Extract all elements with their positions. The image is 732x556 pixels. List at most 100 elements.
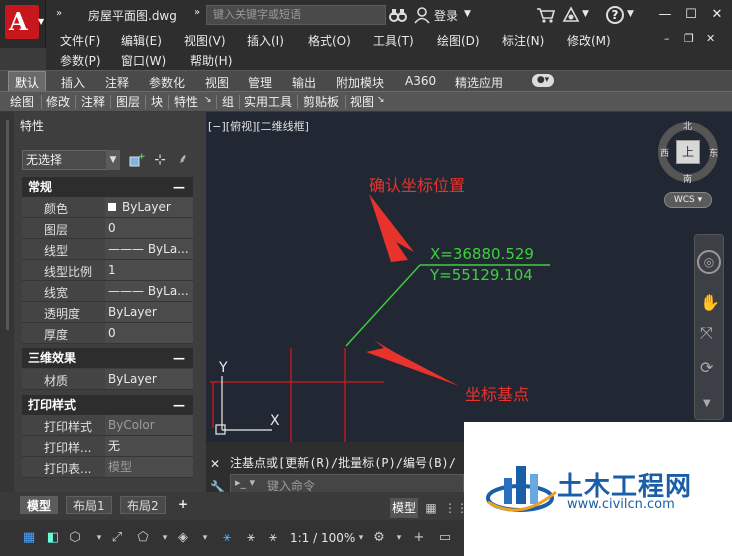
tab-annotate[interactable]: 注释 xyxy=(105,74,129,91)
select-objects-icon[interactable]: ⊹ xyxy=(152,151,168,169)
selection-cycling-icon[interactable]: ⬡ xyxy=(66,529,84,547)
compass-north[interactable]: 北 xyxy=(683,119,692,132)
panel-annotate[interactable]: 注释 xyxy=(81,93,105,110)
toggle-pickadd-icon[interactable]: + xyxy=(128,151,146,169)
property-value[interactable]: ByLayer xyxy=(105,369,193,389)
panel-clipboard[interactable]: 剪贴板 xyxy=(303,93,339,110)
exchange-icon[interactable] xyxy=(562,6,580,24)
property-row[interactable]: 厚度 0 xyxy=(22,323,193,344)
property-value[interactable]: ByLayer xyxy=(105,197,193,217)
tab-manage[interactable]: 管理 xyxy=(248,74,272,91)
nav-bar-menu-icon[interactable]: ▼ xyxy=(703,398,711,409)
command-input[interactable]: ▸_ ▾ 键入命令 xyxy=(230,474,464,494)
tab-a360[interactable]: A360 xyxy=(405,74,436,88)
tab-featured-apps[interactable]: 精选应用 xyxy=(455,74,503,91)
menu-insert[interactable]: 插入(I) xyxy=(247,32,284,49)
tab-parametric[interactable]: 参数化 xyxy=(149,74,185,91)
chevron-down-icon[interactable]: ▾ xyxy=(352,529,370,547)
panel-block[interactable]: 块 xyxy=(151,93,163,110)
section-3d-effects[interactable]: 三维效果 — xyxy=(22,348,193,368)
menu-modify[interactable]: 修改(M) xyxy=(567,32,611,49)
menu-help[interactable]: 帮助(H) xyxy=(190,52,232,69)
chevron-down-icon[interactable]: ▼ xyxy=(627,9,634,19)
grid-icon[interactable]: ▦ xyxy=(422,498,440,518)
model-space-button[interactable]: 模型 xyxy=(390,498,418,518)
lineweight-icon[interactable]: ▦ xyxy=(20,529,38,547)
collapse-icon[interactable]: — xyxy=(173,348,185,368)
palette-scrollbar[interactable] xyxy=(6,120,9,330)
dynamic-ucs-icon[interactable]: ⬠ xyxy=(134,529,152,547)
chevron-down-icon[interactable]: ▾ xyxy=(90,529,108,547)
application-menu-button[interactable]: A ▼ xyxy=(0,0,46,48)
clean-screen-icon[interactable]: ▭ xyxy=(436,529,454,547)
panel-view[interactable]: 视图 xyxy=(350,93,374,110)
selection-filter-icon[interactable]: ◈ xyxy=(174,529,192,547)
chevron-down-icon[interactable]: ▾ xyxy=(156,529,174,547)
property-row[interactable]: 打印表... 模型 xyxy=(22,457,193,478)
doc-close-icon[interactable]: ✕ xyxy=(706,32,715,45)
property-row[interactable]: 图层 0 xyxy=(22,218,193,239)
command-close-icon[interactable]: ✕ xyxy=(210,457,220,471)
property-value[interactable]: 模型 xyxy=(105,457,193,477)
menu-parametric[interactable]: 参数(P) xyxy=(60,52,101,69)
menu-format[interactable]: 格式(O) xyxy=(308,32,351,49)
property-row[interactable]: 材质 ByLayer xyxy=(22,369,193,390)
minimize-icon[interactable]: — xyxy=(654,4,676,26)
menu-file[interactable]: 文件(F) xyxy=(60,32,100,49)
tab-model[interactable]: 模型 xyxy=(20,496,59,514)
property-value[interactable]: ——— ByLa... xyxy=(105,281,193,301)
close-icon[interactable]: ✕ xyxy=(706,4,728,26)
property-value[interactable]: 0 xyxy=(105,323,193,343)
annotation-monitor-icon[interactable]: + xyxy=(410,529,428,547)
panel-modify[interactable]: 修改 xyxy=(46,93,70,110)
property-value[interactable]: ——— ByLa... xyxy=(105,239,193,259)
panel-expand-icon[interactable]: ↘ xyxy=(377,95,385,105)
panel-draw[interactable]: 绘图 xyxy=(10,93,34,110)
tab-insert[interactable]: 插入 xyxy=(61,74,85,91)
compass-east[interactable]: 东 xyxy=(709,146,718,159)
login-dropdown-icon[interactable]: ▼ xyxy=(464,9,471,19)
steering-wheel-icon[interactable]: ◎ xyxy=(697,250,721,274)
collapse-icon[interactable]: — xyxy=(173,177,185,197)
doc-restore-icon[interactable]: ❐ xyxy=(684,32,694,45)
section-general[interactable]: 常规 — xyxy=(22,177,193,197)
quick-select-icon[interactable]: ⸙ xyxy=(174,151,192,169)
3d-osnap-icon[interactable]: ⤢ xyxy=(108,529,126,547)
property-value[interactable]: ByColor xyxy=(105,415,193,435)
user-icon[interactable] xyxy=(414,6,430,24)
cart-icon[interactable] xyxy=(536,6,556,24)
menu-tools[interactable]: 工具(T) xyxy=(373,32,414,49)
panel-expand-icon[interactable]: ↘ xyxy=(204,95,212,105)
viewcube-face[interactable]: 上 xyxy=(676,140,700,164)
zoom-extents-icon[interactable]: ⤧ xyxy=(700,323,713,343)
doc-minimize-icon[interactable]: – xyxy=(664,32,670,45)
annotation-visibility-icon[interactable]: ⚹ xyxy=(218,529,236,547)
chevron-down-icon[interactable]: ▼ xyxy=(106,150,120,170)
chevron-down-icon[interactable]: ▼ xyxy=(582,9,589,19)
orbit-icon[interactable]: ⟳ xyxy=(700,358,713,377)
tab-layout1[interactable]: 布局1 xyxy=(66,496,112,514)
collapse-icon[interactable]: — xyxy=(173,395,185,415)
pan-hand-icon[interactable]: ✋ xyxy=(700,293,720,312)
section-plot-style[interactable]: 打印样式 — xyxy=(22,395,193,415)
menu-dimension[interactable]: 标注(N) xyxy=(502,32,544,49)
search-overflow-icon[interactable]: » xyxy=(194,7,200,18)
compass-west[interactable]: 西 xyxy=(660,146,669,159)
panel-group[interactable]: 组 xyxy=(222,93,234,110)
tab-output[interactable]: 输出 xyxy=(292,74,316,91)
property-row[interactable]: 打印样式 ByColor xyxy=(22,415,193,436)
binoculars-icon[interactable] xyxy=(388,6,408,24)
tab-addins[interactable]: 附加模块 xyxy=(336,74,384,91)
maximize-icon[interactable]: ☐ xyxy=(680,4,702,26)
menu-draw[interactable]: 绘图(D) xyxy=(437,32,480,49)
property-value[interactable]: ByLayer xyxy=(105,302,193,322)
property-row[interactable]: 线宽 ——— ByLa... xyxy=(22,281,193,302)
property-value[interactable]: 0 xyxy=(105,218,193,238)
tab-layout2[interactable]: 布局2 xyxy=(120,496,166,514)
menu-edit[interactable]: 编辑(E) xyxy=(121,32,162,49)
annotation-scale-value[interactable]: 1:1 / 100% xyxy=(290,531,355,545)
annotation-scale-icon[interactable]: ⚹ xyxy=(264,529,282,547)
menu-view[interactable]: 视图(V) xyxy=(184,32,226,49)
property-row[interactable]: 颜色 ByLayer xyxy=(22,197,193,218)
help-icon[interactable]: ? xyxy=(606,6,624,24)
